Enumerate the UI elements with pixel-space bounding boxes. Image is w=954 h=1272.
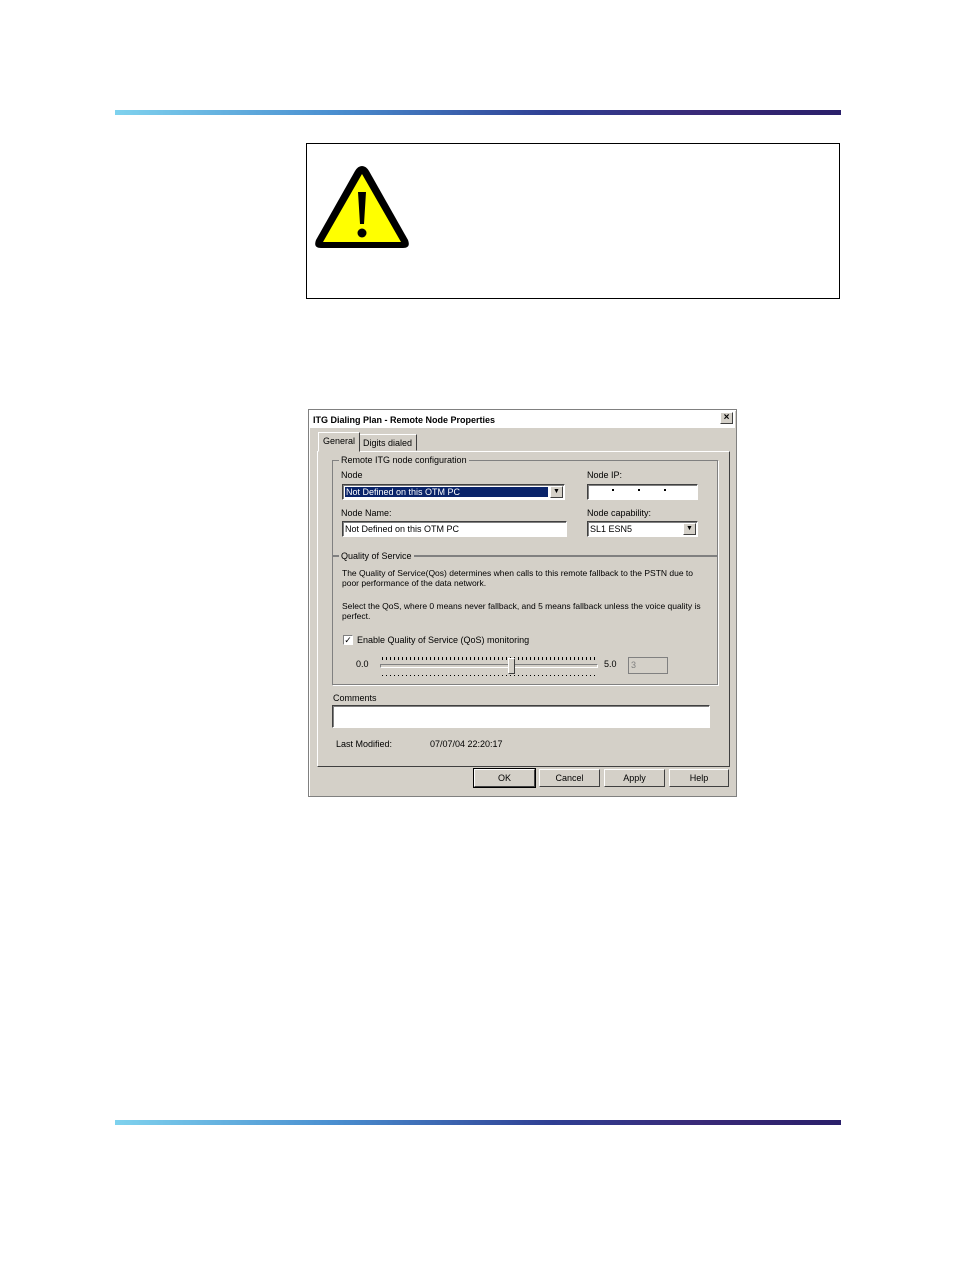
- slider-min-label: 0.0: [356, 659, 369, 669]
- dialog-title: ITG Dialing Plan - Remote Node Propertie…: [310, 411, 735, 428]
- node-ip-field[interactable]: [587, 484, 698, 500]
- caution-triangle-icon: [315, 166, 409, 248]
- last-modified-label: Last Modified:: [336, 739, 393, 749]
- qos-instructions: Select the QoS, where 0 means never fall…: [342, 601, 701, 621]
- node-combo[interactable]: Not Defined on this OTM PC ▼: [342, 484, 565, 500]
- node-label: Node: [341, 470, 363, 480]
- qos-value-field: 3: [628, 657, 668, 674]
- close-button[interactable]: ×: [720, 412, 733, 424]
- apply-button[interactable]: Apply: [604, 769, 665, 787]
- slider-max-label: 5.0: [604, 659, 617, 669]
- qos-description: The Quality of Service(Qos) determines w…: [342, 568, 694, 588]
- comments-label: Comments: [333, 693, 377, 703]
- bottom-rule: [115, 1120, 841, 1125]
- node-name-field[interactable]: Not Defined on this OTM PC: [342, 521, 567, 537]
- ip-separator: [612, 489, 614, 491]
- cancel-button[interactable]: Cancel: [539, 769, 600, 787]
- remote-node-properties-dialog: ITG Dialing Plan - Remote Node Propertie…: [308, 409, 737, 797]
- slider-ticks: [382, 675, 596, 676]
- node-combo-value: Not Defined on this OTM PC: [345, 487, 548, 497]
- tab-digits-dialed[interactable]: Digits dialed: [358, 434, 418, 451]
- node-ip-label: Node IP:: [587, 470, 623, 480]
- qos-slider-track[interactable]: [380, 664, 598, 668]
- comments-field[interactable]: [332, 705, 710, 728]
- chevron-down-icon[interactable]: ▼: [683, 523, 696, 535]
- top-rule: [115, 110, 841, 115]
- tab-general[interactable]: General: [318, 432, 361, 452]
- ok-button[interactable]: OK: [473, 768, 536, 788]
- qos-slider-thumb[interactable]: [507, 658, 515, 674]
- chevron-down-icon[interactable]: ▼: [550, 486, 563, 498]
- node-name-label: Node Name:: [341, 508, 392, 518]
- node-capability-value: SL1 ESN5: [590, 524, 633, 534]
- enable-qos-checkbox[interactable]: ✓: [343, 635, 353, 645]
- ip-separator: [638, 489, 640, 491]
- group-title: Remote ITG node configuration: [339, 455, 469, 465]
- ip-separator: [664, 489, 666, 491]
- help-button[interactable]: Help: [669, 769, 729, 787]
- caution-box: [306, 143, 840, 299]
- last-modified-value: 07/07/04 22:20:17: [430, 739, 503, 749]
- node-capability-combo[interactable]: SL1 ESN5 ▼: [587, 521, 698, 537]
- node-capability-label: Node capability:: [587, 508, 652, 518]
- general-tab-panel: Remote ITG node configuration Node Not D…: [317, 451, 730, 767]
- enable-qos-label: Enable Quality of Service (QoS) monitori…: [357, 635, 530, 645]
- group-title: Quality of Service: [339, 551, 414, 561]
- slider-ticks: [382, 657, 596, 660]
